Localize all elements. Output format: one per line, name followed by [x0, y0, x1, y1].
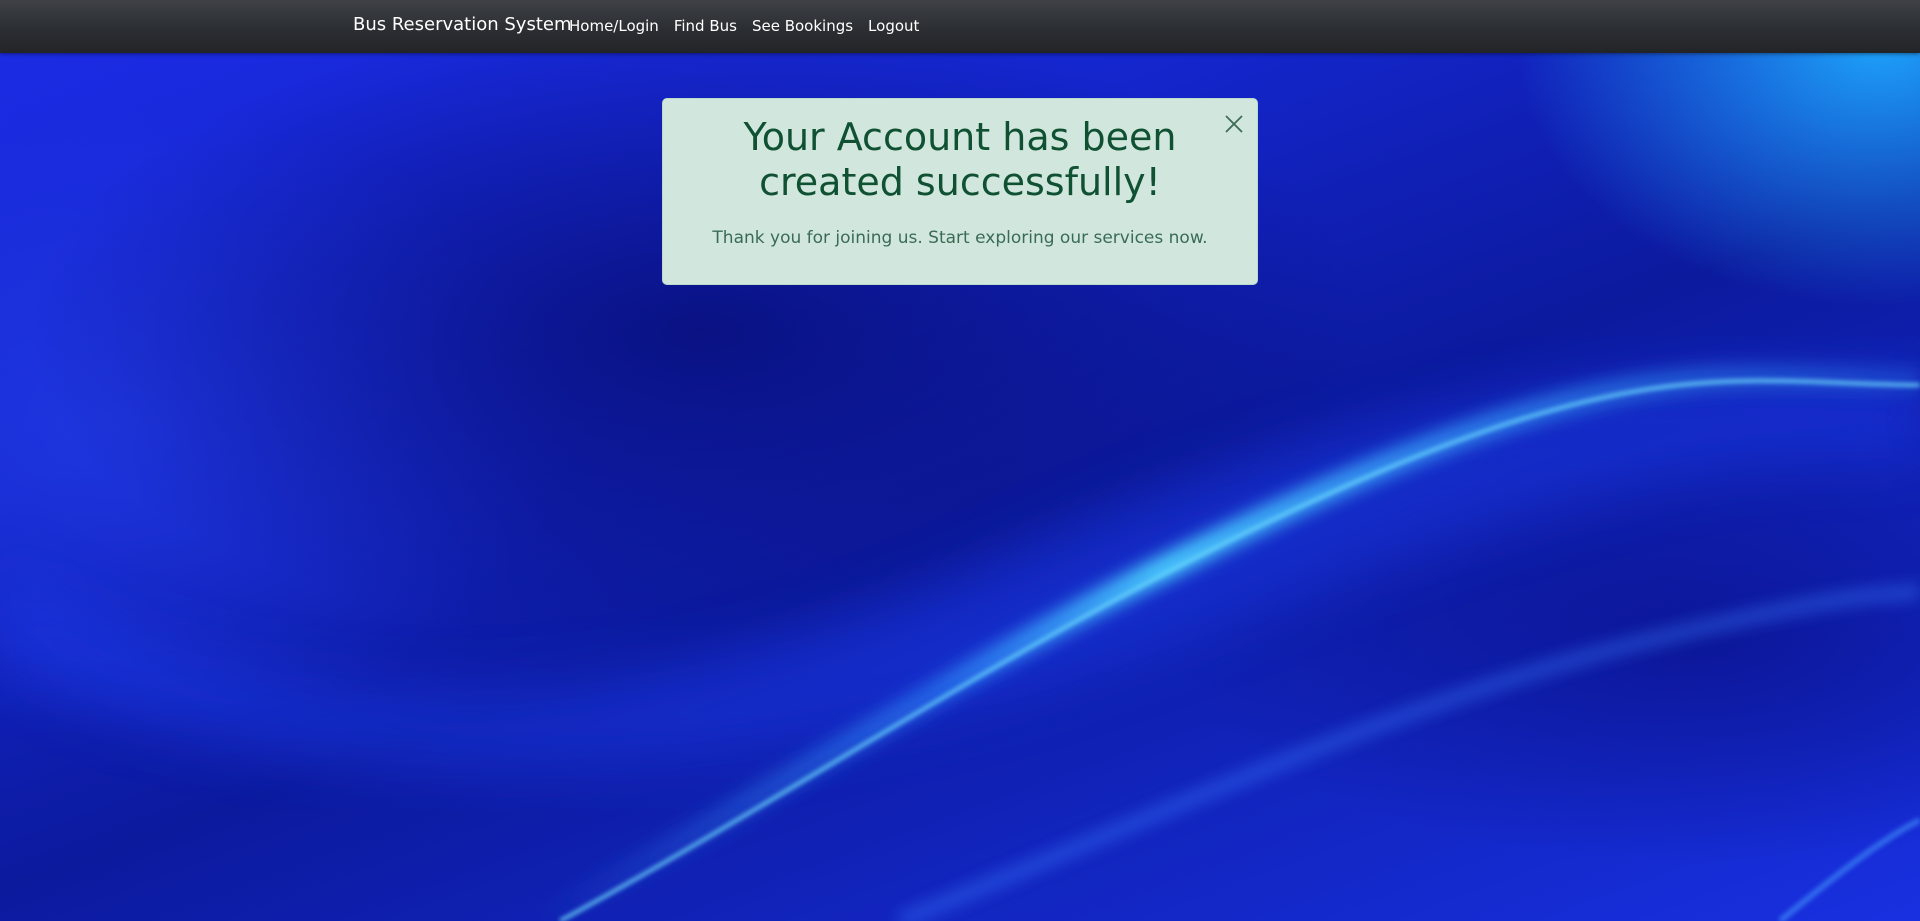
- nav-link-find-bus[interactable]: Find Bus: [674, 17, 737, 35]
- nav-links: Home/Login Find Bus See Bookings Logout: [569, 17, 919, 35]
- alert-heading: Your Account has been created successful…: [743, 115, 1177, 204]
- top-navbar: Bus Reservation System Home/Login Find B…: [0, 0, 1920, 53]
- nav-link-logout[interactable]: Logout: [868, 17, 919, 35]
- nav-link-home-login[interactable]: Home/Login: [569, 17, 659, 35]
- success-alert: Your Account has been created successful…: [662, 98, 1258, 285]
- nav-link-see-bookings[interactable]: See Bookings: [752, 17, 853, 35]
- brand-title[interactable]: Bus Reservation System: [353, 14, 572, 35]
- close-icon[interactable]: [1223, 113, 1245, 135]
- alert-message: Thank you for joining us. Start explorin…: [712, 228, 1208, 248]
